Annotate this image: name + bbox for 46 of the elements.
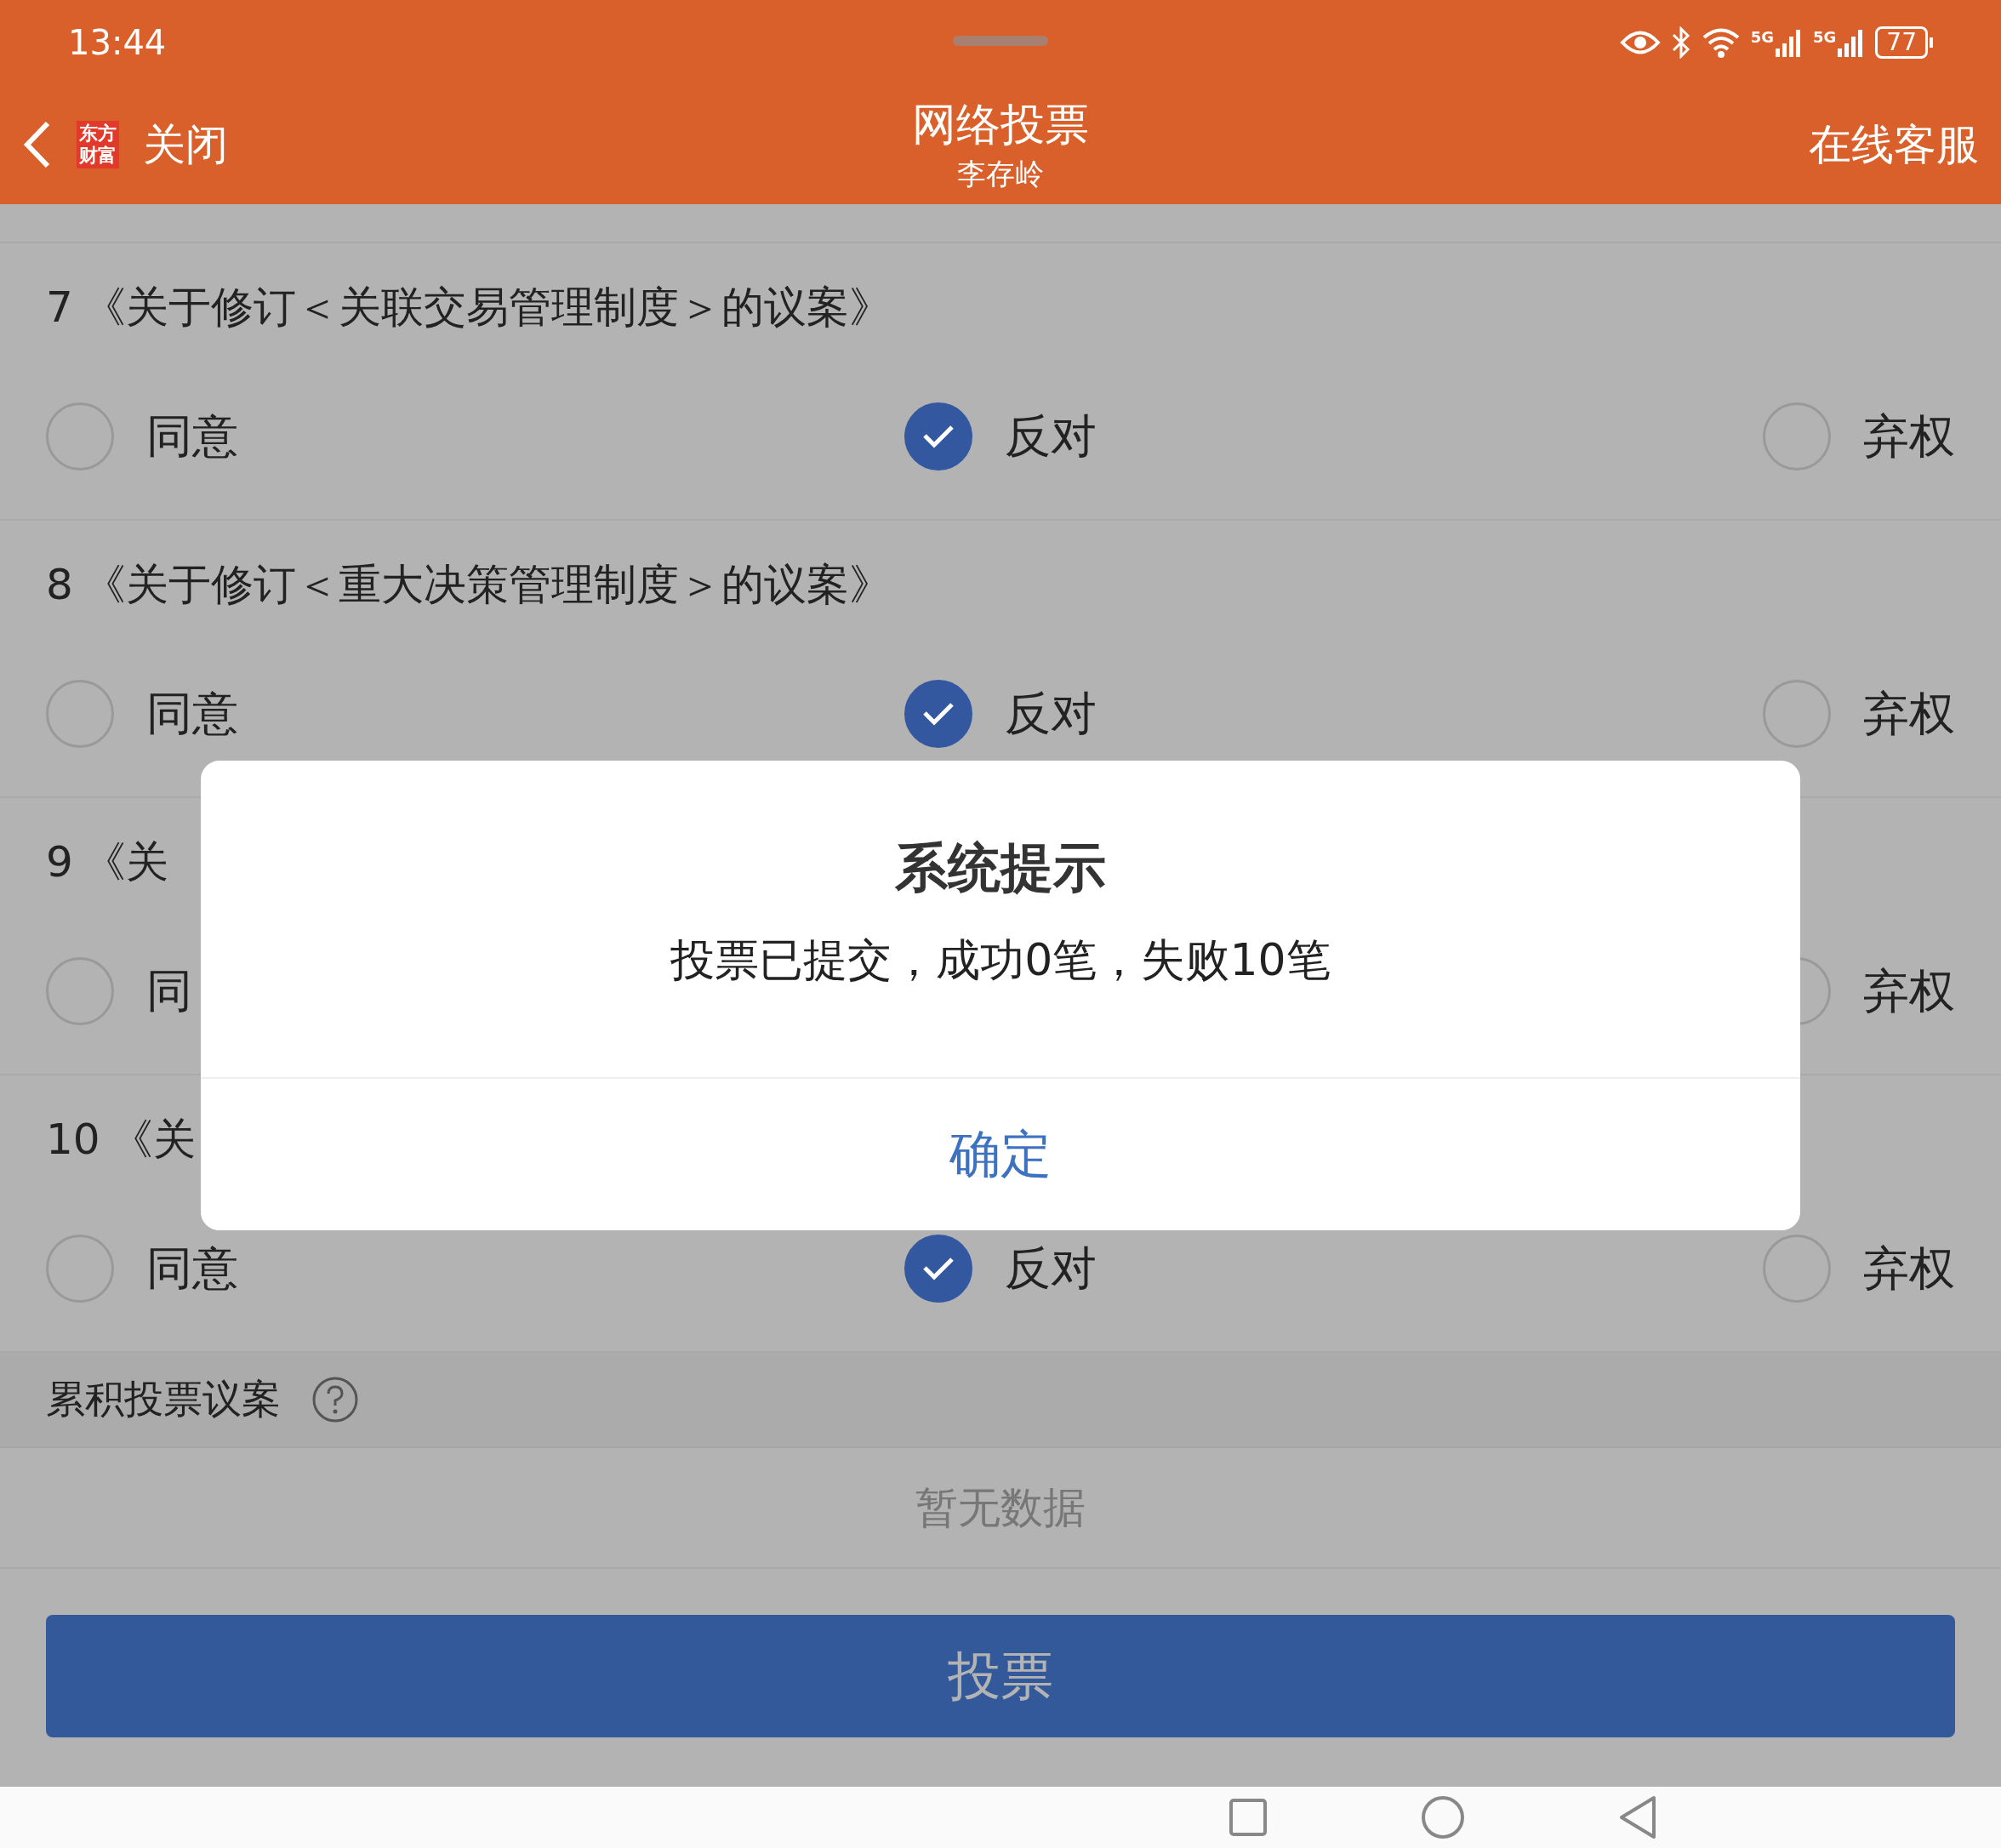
option-label: 弃权: [1863, 1240, 1955, 1297]
bluetooth-icon: [1670, 26, 1691, 59]
proposal-number: 10: [46, 1115, 100, 1164]
option-label: 同意: [146, 408, 238, 465]
radio-button[interactable]: [46, 402, 114, 471]
empty-message: 暂无数据: [915, 1481, 1086, 1534]
radio-button[interactable]: [46, 957, 114, 1025]
radio-button[interactable]: [1763, 402, 1831, 471]
option-label: 弃权: [1863, 408, 1955, 465]
option-label: 同意: [146, 685, 238, 742]
home-icon[interactable]: [1421, 1795, 1465, 1839]
radio-button[interactable]: [1763, 1235, 1831, 1303]
close-link[interactable]: 关闭: [143, 116, 228, 174]
dialog-title: 系统提示: [895, 836, 1106, 900]
page-subtitle: 李存岭: [957, 156, 1044, 192]
proposal-number: 7: [46, 282, 73, 332]
section-title: 累积投票议案: [46, 1375, 281, 1423]
app-logo: 东方 财富: [77, 121, 119, 168]
proposal-title: 《关于修订＜重大决策管理制度＞的议案》: [83, 558, 892, 611]
option-label: 同: [146, 962, 192, 1019]
help-icon[interactable]: [311, 1376, 359, 1423]
radio-button[interactable]: [46, 1235, 114, 1303]
check-icon: [921, 1256, 955, 1281]
recents-icon[interactable]: [1229, 1798, 1268, 1837]
proposal-title: 《关: [83, 836, 168, 888]
option-label: 反对: [1005, 408, 1097, 465]
option-label: 同意: [146, 1240, 238, 1297]
proposal-title: 《关于修订＜关联交易管理制度＞的议案》: [83, 281, 892, 334]
vote-button[interactable]: 投票: [46, 1615, 1955, 1737]
check-icon: [921, 701, 955, 727]
check-icon: [921, 424, 955, 449]
page-title: 网络投票: [912, 98, 1089, 151]
customer-service-link[interactable]: 在线客服: [1809, 116, 1979, 174]
proposal-number: 9: [46, 837, 73, 887]
radio-button[interactable]: [1763, 680, 1831, 748]
dialog-message: 投票已提交，成功0笔，失败10笔: [670, 933, 1331, 987]
radio-button[interactable]: [46, 680, 114, 748]
proposal-title: 《关: [110, 1113, 196, 1166]
proposal-number: 8: [46, 560, 73, 609]
option-label: 反对: [1005, 1240, 1097, 1297]
status-time: 13:44: [68, 23, 167, 62]
wifi-icon: [1701, 26, 1741, 59]
option-label: 反对: [1005, 685, 1097, 742]
option-label: 弃权: [1863, 962, 1955, 1019]
option-label: 弃权: [1863, 685, 1955, 742]
back-icon[interactable]: [1618, 1795, 1657, 1839]
